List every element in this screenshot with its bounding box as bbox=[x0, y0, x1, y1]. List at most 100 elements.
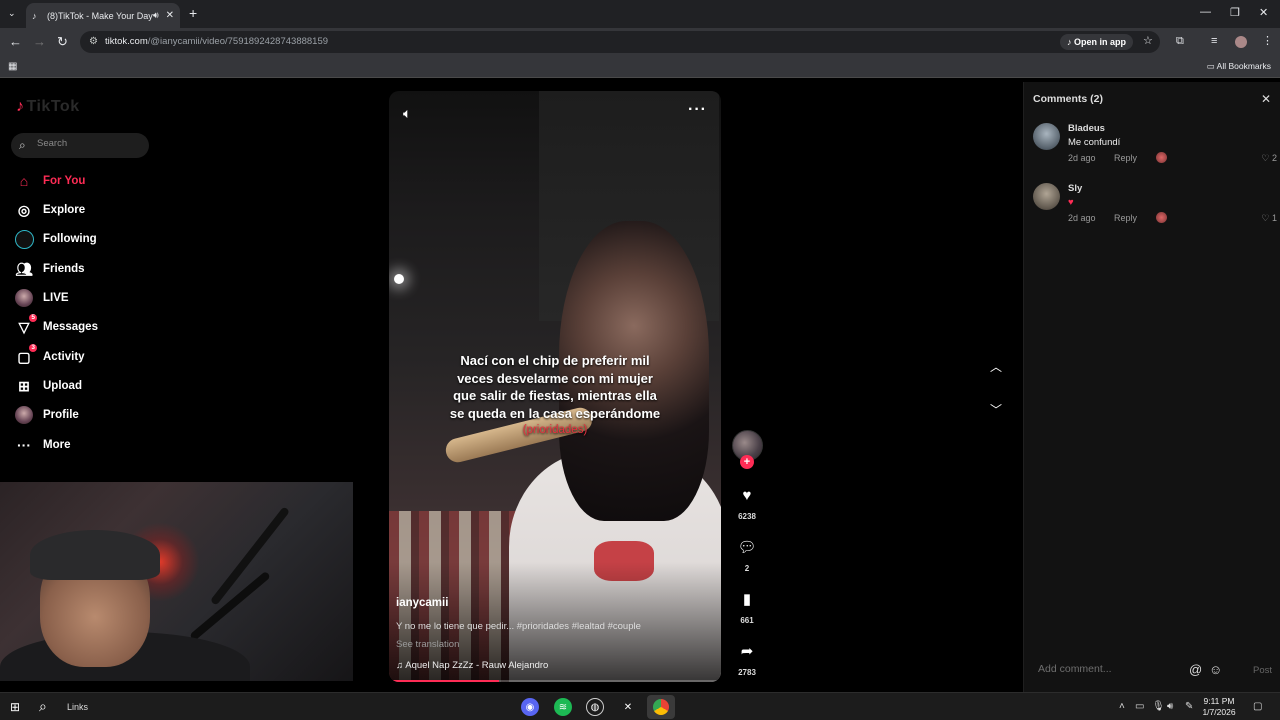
share-action[interactable]: ➦ 2783 bbox=[727, 642, 767, 677]
compass-icon: ◎ bbox=[17, 201, 31, 218]
video-music[interactable]: ♫ Aquel Nap ZzZz - Rauw Alejandro bbox=[396, 660, 548, 671]
profile-avatar-icon[interactable] bbox=[1235, 36, 1247, 48]
webcam-overlay bbox=[0, 482, 353, 681]
search-box[interactable]: ⌕ bbox=[11, 133, 149, 158]
more-options-icon[interactable]: ··· bbox=[688, 101, 707, 119]
reload-icon[interactable]: ↻ bbox=[57, 35, 68, 48]
browser-toolbar: ← → ↻ ⚙︎ tiktok.com/@ianycamii/video/759… bbox=[0, 28, 1280, 56]
sidebar-item-live[interactable]: LIVE bbox=[14, 287, 69, 309]
sidebar-item-more[interactable]: ··· More bbox=[14, 434, 70, 456]
clock-time: 9:11 PM bbox=[1203, 696, 1235, 706]
discord-icon[interactable]: ◉ bbox=[521, 698, 539, 716]
tab-audio-icon[interactable]: 🔊︎ bbox=[153, 10, 159, 21]
tiktok-logo[interactable]: ♪ TikTok bbox=[16, 98, 80, 116]
window-minimize-icon[interactable]: — bbox=[1200, 6, 1211, 18]
microphone-icon[interactable]: 🎙︎ bbox=[1152, 701, 1165, 712]
post-button[interactable]: Post bbox=[1253, 665, 1272, 676]
apps-grid-icon[interactable]: ▦ bbox=[8, 61, 17, 72]
sidebar-item-profile[interactable]: Profile bbox=[14, 404, 79, 426]
emoji-icon[interactable]: ☺ bbox=[1209, 662, 1222, 677]
open-in-app-button[interactable]: ♪ Open in app bbox=[1060, 34, 1134, 50]
obs-icon[interactable]: ◍ bbox=[586, 698, 604, 716]
taskbar-search-label[interactable]: Links bbox=[67, 702, 88, 712]
share-icon[interactable]: ➦ bbox=[727, 642, 767, 662]
speaker-icon[interactable]: 🔊︎ bbox=[1167, 701, 1173, 712]
video-description: Y no me lo tiene que pedir... #prioridad… bbox=[396, 621, 641, 632]
reply-button[interactable]: Reply bbox=[1114, 213, 1137, 223]
all-bookmarks-button[interactable]: ▭ All Bookmarks bbox=[1207, 61, 1271, 72]
capcut-icon[interactable]: ✕ bbox=[619, 698, 637, 716]
sidebar-item-friends[interactable]: 👥︎ Friends bbox=[14, 258, 85, 280]
save-action[interactable]: ▮ 661 bbox=[727, 590, 767, 625]
heart-outline-icon: ♡ bbox=[1261, 153, 1270, 163]
heart-icon[interactable]: ♥ bbox=[727, 486, 767, 506]
browser-menu-icon[interactable]: ⋮ bbox=[1262, 36, 1273, 47]
previous-video-chevron-up-icon[interactable]: ︿ bbox=[990, 358, 1002, 375]
pen-icon[interactable]: ✎ bbox=[1185, 701, 1193, 712]
commenter-avatar[interactable] bbox=[1033, 123, 1060, 150]
tab-close-icon[interactable]: ✕ bbox=[166, 10, 174, 21]
network-icon[interactable]: ▭ bbox=[1135, 701, 1144, 712]
home-icon: ⌂ bbox=[19, 173, 29, 189]
browser-tab[interactable]: ♪ (8)TikTok - Make Your Day 🔊︎ ✕ bbox=[26, 3, 180, 28]
notifications-icon[interactable]: ▢ bbox=[1253, 701, 1262, 712]
sidebar-item-for-you[interactable]: ⌂ For You bbox=[14, 170, 86, 192]
close-icon[interactable]: ✕ bbox=[1261, 92, 1271, 106]
tab-search-chevron-icon[interactable]: ⌄ bbox=[8, 8, 16, 19]
bookmark-star-icon[interactable]: ☆ bbox=[1143, 34, 1153, 47]
taskbar-clock[interactable]: 9:11 PM 1/7/2026 bbox=[1200, 696, 1238, 718]
sidebar-item-explore[interactable]: ◎ Explore bbox=[14, 199, 85, 221]
comment-action[interactable]: 💬︎ 2 bbox=[727, 538, 767, 573]
see-translation-link[interactable]: See translation bbox=[396, 639, 459, 650]
tiktok-favicon-icon: ♪ bbox=[32, 10, 37, 21]
sidebar-item-label: Following bbox=[43, 233, 97, 245]
sidebar-item-messages[interactable]: ▽ 5 Messages bbox=[14, 314, 98, 338]
video-progress-fill bbox=[389, 680, 499, 682]
comments-panel: Comments (2) ✕ Bladeus Me confundí 2d ag… bbox=[1023, 82, 1280, 692]
commenter-avatar[interactable] bbox=[1033, 183, 1060, 210]
window-close-icon[interactable]: ✕ bbox=[1259, 6, 1268, 19]
like-action[interactable]: ♥ 6238 bbox=[727, 486, 767, 521]
tiktok-note-icon: ♪ bbox=[16, 98, 25, 115]
commenter-name[interactable]: Bladeus bbox=[1068, 123, 1105, 134]
clock-date: 1/7/2026 bbox=[1202, 707, 1236, 717]
video-player[interactable]: 🔈︎ ··· Nací con el chip de preferir mil … bbox=[389, 91, 721, 682]
tray-chevron-up-icon[interactable]: ˄ bbox=[1119, 701, 1125, 712]
taskbar-search-icon[interactable]: ⌕ bbox=[39, 698, 47, 715]
forward-arrow-icon[interactable]: → bbox=[33, 35, 46, 48]
sidebar-item-label: Messages bbox=[43, 321, 98, 333]
video-username[interactable]: ianycamii bbox=[396, 597, 448, 609]
follow-plus-icon[interactable]: + bbox=[740, 455, 754, 469]
back-arrow-icon[interactable]: ← bbox=[9, 35, 22, 48]
upload-icon: ⊞ bbox=[18, 377, 30, 394]
new-tab-plus-icon[interactable]: + bbox=[189, 6, 197, 20]
sidebar-item-label: Friends bbox=[43, 263, 85, 275]
windows-start-icon[interactable]: ⊞ bbox=[10, 700, 20, 714]
add-comment-input[interactable] bbox=[1038, 663, 1188, 675]
window-restore-icon[interactable]: ❐ bbox=[1230, 6, 1240, 19]
sidebar-item-activity[interactable]: ▢ 3 Activity bbox=[14, 344, 85, 368]
spotify-icon[interactable]: ≋ bbox=[554, 698, 572, 716]
chrome-icon[interactable] bbox=[647, 695, 675, 719]
address-bar[interactable]: ⚙︎ tiktok.com/@ianycamii/video/759189242… bbox=[80, 31, 1160, 53]
reply-button[interactable]: Reply bbox=[1114, 153, 1137, 163]
site-info-icon[interactable]: ⚙︎ bbox=[89, 36, 98, 47]
mention-at-icon[interactable]: @ bbox=[1189, 662, 1202, 677]
sidebar-item-label: More bbox=[43, 439, 71, 451]
comment-like[interactable]: ♡ 2 bbox=[1261, 153, 1277, 164]
search-input[interactable] bbox=[37, 138, 142, 149]
sidebar-item-following[interactable]: Following bbox=[14, 228, 97, 250]
comment-like[interactable]: ♡ 1 bbox=[1261, 213, 1277, 224]
more-icon: ··· bbox=[17, 437, 31, 453]
volume-icon[interactable]: 🔈︎ bbox=[403, 105, 411, 122]
commenter-name[interactable]: Sly bbox=[1068, 183, 1082, 194]
bookmark-icon[interactable]: ▮ bbox=[727, 590, 767, 610]
comment-icon[interactable]: 💬︎ bbox=[727, 538, 767, 558]
sidebar-item-label: Upload bbox=[43, 380, 82, 392]
media-controls-icon[interactable]: ≡ bbox=[1211, 36, 1217, 47]
tab-title: (8)TikTok - Make Your Day bbox=[47, 10, 153, 21]
next-video-chevron-down-icon[interactable]: ﹀ bbox=[990, 401, 1002, 418]
sidebar-item-upload[interactable]: ⊞ Upload bbox=[14, 375, 82, 397]
video-progress-bar[interactable] bbox=[389, 680, 721, 682]
extensions-icon[interactable]: ⧉ bbox=[1176, 36, 1184, 47]
